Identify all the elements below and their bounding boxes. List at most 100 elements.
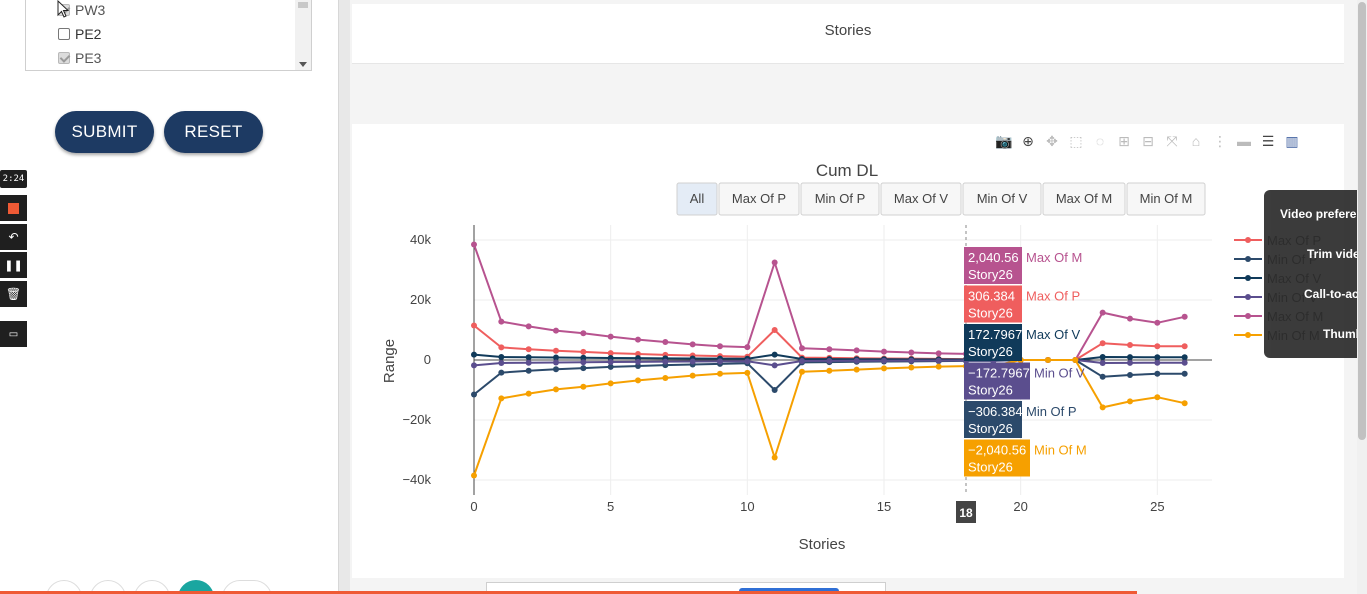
checkbox-pe2[interactable]	[58, 28, 70, 40]
data-point[interactable]	[1181, 400, 1188, 407]
data-point[interactable]	[771, 362, 778, 369]
list-item-pe2[interactable]: PE2	[58, 24, 101, 44]
autoscale-icon[interactable]: ⤧	[1163, 132, 1181, 150]
data-point[interactable]	[525, 323, 532, 330]
submit-button[interactable]: SUBMIT	[55, 111, 154, 153]
data-point[interactable]	[553, 327, 559, 334]
data-point[interactable]	[525, 354, 532, 361]
data-point[interactable]	[1072, 357, 1079, 363]
data-point[interactable]	[471, 472, 477, 479]
data-point[interactable]	[799, 345, 805, 352]
data-point[interactable]	[635, 377, 641, 384]
data-point[interactable]	[471, 351, 477, 358]
data-point[interactable]	[580, 330, 587, 337]
pref-video-preferences[interactable]: Video preferences	[1280, 207, 1367, 221]
data-point[interactable]	[471, 362, 477, 369]
data-point[interactable]	[935, 357, 942, 364]
data-point[interactable]	[1154, 359, 1161, 366]
data-point[interactable]	[498, 395, 505, 402]
reset-button[interactable]: RESET	[164, 111, 263, 153]
data-point[interactable]	[826, 346, 833, 353]
data-point[interactable]	[525, 390, 532, 397]
data-point[interactable]	[908, 364, 915, 371]
data-point[interactable]	[553, 366, 559, 373]
data-point[interactable]	[553, 347, 559, 354]
data-point[interactable]	[498, 344, 505, 351]
data-point[interactable]	[771, 387, 778, 393]
data-point[interactable]	[498, 369, 505, 376]
home-icon[interactable]: ⌂	[1187, 132, 1205, 150]
data-point[interactable]	[607, 333, 614, 340]
hover-compare-icon[interactable]: ☰	[1259, 132, 1277, 150]
data-point[interactable]	[1154, 354, 1161, 361]
data-point[interactable]	[744, 344, 751, 351]
data-point[interactable]	[689, 372, 696, 379]
data-point[interactable]	[662, 339, 669, 345]
data-point[interactable]	[1099, 360, 1106, 366]
data-point[interactable]	[553, 359, 559, 366]
data-point[interactable]	[1154, 343, 1161, 350]
data-point[interactable]	[908, 357, 915, 364]
spike-lines-icon[interactable]: ⋮	[1211, 132, 1229, 150]
data-point[interactable]	[580, 348, 587, 355]
data-point[interactable]	[853, 357, 860, 364]
data-point[interactable]	[471, 241, 477, 248]
data-point[interactable]	[607, 359, 614, 366]
data-point[interactable]	[635, 336, 641, 343]
data-point[interactable]	[1099, 404, 1106, 411]
data-point[interactable]	[1127, 398, 1133, 405]
data-point[interactable]	[881, 365, 887, 372]
pause-button[interactable]: ❚❚	[0, 252, 27, 278]
data-point[interactable]	[908, 349, 915, 356]
data-point[interactable]	[1127, 315, 1133, 322]
data-point[interactable]	[771, 327, 778, 333]
data-point[interactable]	[553, 386, 559, 393]
data-point[interactable]	[1045, 357, 1051, 363]
data-point[interactable]	[853, 366, 860, 373]
checkbox-pe3[interactable]	[58, 52, 70, 64]
data-point[interactable]	[1181, 343, 1188, 350]
data-point[interactable]	[1181, 359, 1188, 366]
data-point[interactable]	[799, 368, 805, 375]
data-point[interactable]	[1099, 309, 1106, 316]
data-point[interactable]	[580, 365, 587, 372]
listbox-scrollbar[interactable]	[295, 0, 311, 70]
delete-button[interactable]: 🗑	[0, 281, 27, 307]
data-point[interactable]	[826, 367, 833, 374]
data-point[interactable]	[580, 383, 587, 390]
line-chart[interactable]: Cum DL All Max Of P Min Of P Max Of V Min Of …	[350, 150, 1357, 570]
data-point[interactable]	[881, 357, 887, 364]
data-point[interactable]	[498, 354, 505, 360]
data-point[interactable]	[580, 359, 587, 366]
data-point[interactable]	[1181, 313, 1188, 320]
data-point[interactable]	[881, 348, 887, 355]
camera-toggle-button[interactable]: ▭	[0, 321, 27, 347]
hover-closest-icon[interactable]: ▬	[1235, 132, 1253, 150]
data-point[interactable]	[498, 318, 505, 325]
listbox-scroll-thumb[interactable]	[298, 2, 308, 8]
data-point[interactable]	[1154, 370, 1161, 377]
data-point[interactable]	[1099, 354, 1106, 360]
zoom-icon[interactable]: ⊕	[1019, 132, 1037, 150]
data-point[interactable]	[1127, 372, 1133, 378]
page-scroll-thumb[interactable]	[1358, 2, 1366, 440]
data-point[interactable]	[525, 359, 532, 366]
data-point[interactable]	[607, 380, 614, 387]
data-point[interactable]	[471, 391, 477, 398]
data-point[interactable]	[1154, 319, 1161, 326]
data-point[interactable]	[471, 322, 477, 329]
data-point[interactable]	[744, 358, 751, 365]
data-point[interactable]	[1099, 340, 1106, 347]
data-point[interactable]	[771, 454, 778, 461]
data-point[interactable]	[1181, 354, 1188, 361]
zoom-out-icon[interactable]: ⊟	[1139, 132, 1157, 150]
data-point[interactable]	[1154, 394, 1161, 401]
panel-divider[interactable]	[338, 0, 350, 594]
data-point[interactable]	[1127, 354, 1133, 361]
data-point[interactable]	[717, 343, 723, 350]
data-point[interactable]	[1181, 370, 1188, 377]
data-point[interactable]	[662, 358, 669, 365]
data-point[interactable]	[662, 375, 669, 381]
data-point[interactable]	[635, 358, 641, 365]
data-point[interactable]	[525, 367, 532, 374]
